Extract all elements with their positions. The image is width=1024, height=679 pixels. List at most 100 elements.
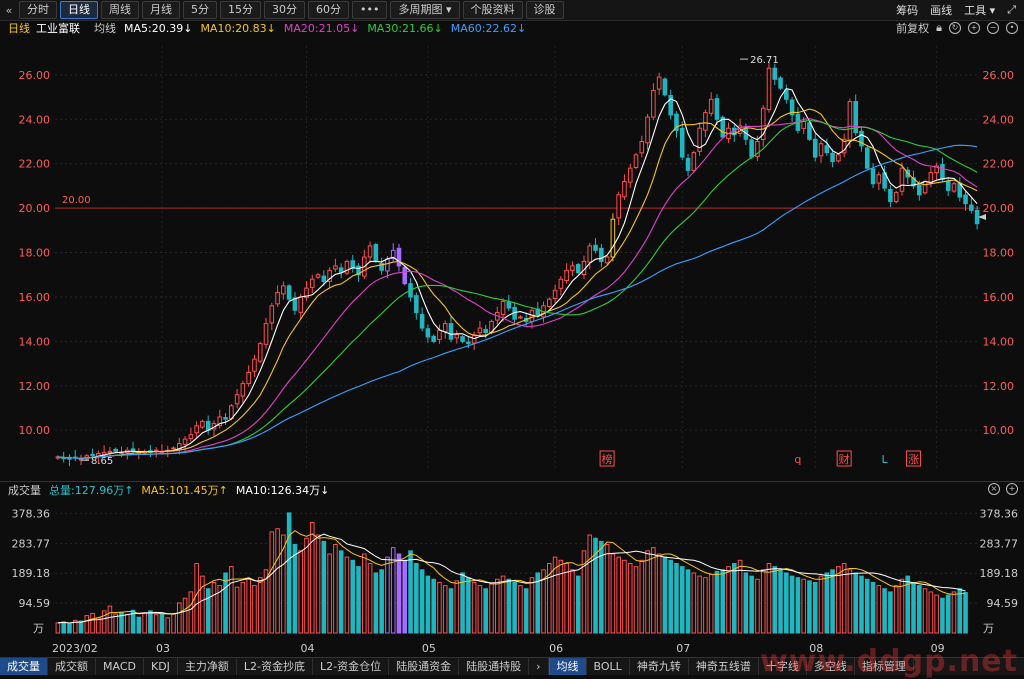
indicator-tab[interactable]: L2-资金仓位 bbox=[313, 658, 390, 675]
period-button-monthly[interactable]: 月线 bbox=[142, 1, 180, 19]
period-button-intraday[interactable]: 分时 bbox=[19, 1, 57, 19]
indicator-tab[interactable]: 主力净额 bbox=[178, 658, 237, 675]
volume-bar bbox=[836, 566, 841, 634]
volume-bar bbox=[720, 569, 726, 634]
volume-bar bbox=[685, 569, 691, 634]
candle-body bbox=[414, 295, 419, 314]
indicator-tab[interactable]: 陆股通资金 bbox=[389, 658, 460, 675]
indicator-tab[interactable]: KDJ bbox=[144, 658, 178, 675]
candle bbox=[200, 419, 205, 429]
period-button-weekly[interactable]: 周线 bbox=[101, 1, 139, 19]
expand-icon[interactable]: ⤢ bbox=[1007, 3, 1016, 17]
indicator-tab[interactable]: 指标管理 bbox=[855, 658, 914, 675]
period-button-30min[interactable]: 30分 bbox=[264, 1, 305, 19]
indicator-tab[interactable]: BOLL bbox=[587, 658, 630, 675]
settings-icon[interactable]: • bbox=[1006, 22, 1018, 34]
indicator-tab[interactable]: 多空线 bbox=[807, 658, 855, 675]
event-marker[interactable]: L bbox=[882, 453, 889, 466]
tools-menu[interactable]: 工具 ▾ bbox=[964, 2, 995, 18]
indicator-tab[interactable]: 十字线 bbox=[759, 658, 807, 675]
indicator-tab[interactable]: 神奇五线谱 bbox=[689, 658, 759, 675]
candle-body bbox=[691, 152, 697, 171]
candle-body bbox=[113, 448, 118, 452]
dropdown-arrow-icon: ▾ bbox=[445, 3, 452, 16]
volume-bar bbox=[755, 578, 760, 634]
price-annotation: 26.71 bbox=[750, 55, 779, 66]
x-tick-label: 04 bbox=[300, 642, 314, 655]
volume-bar bbox=[859, 575, 864, 634]
lock-icon[interactable]: 🔒︎ bbox=[936, 21, 942, 35]
volume-bar bbox=[494, 578, 500, 634]
candle-body bbox=[454, 334, 460, 339]
event-marker[interactable]: q bbox=[794, 453, 801, 466]
volume-bar bbox=[801, 578, 806, 634]
ma-label[interactable]: 均线 bbox=[94, 20, 116, 36]
event-marker[interactable]: 榜 bbox=[602, 452, 613, 466]
indicator-tab[interactable]: MACD bbox=[96, 658, 144, 675]
draw-line-button[interactable]: 画线 bbox=[930, 2, 952, 18]
volume-bar bbox=[234, 586, 240, 634]
indicator-tab[interactable]: 成交额 bbox=[48, 658, 96, 675]
ma-legend-item: MA10:20.83↓ bbox=[200, 21, 276, 35]
period-button-60min[interactable]: 60分 bbox=[308, 1, 349, 19]
period-button-15min[interactable]: 15分 bbox=[220, 1, 261, 19]
period-button-5min[interactable]: 5分 bbox=[183, 1, 217, 19]
y-tick-label-right: 10.00 bbox=[983, 424, 1015, 437]
event-marker[interactable]: 财 bbox=[839, 452, 850, 466]
volume-bar bbox=[205, 588, 211, 634]
candle-body bbox=[552, 289, 558, 300]
nav-prev-icon[interactable]: « bbox=[2, 4, 16, 17]
volume-chart[interactable]: 378.36 378.36 283.77 283.77 189.18 189.18 94.5… bbox=[0, 497, 1024, 657]
volume-bar bbox=[911, 581, 916, 634]
volume-bar bbox=[240, 581, 246, 634]
indicator-tabs: 成交量 成交额 MACD KDJ 主力净额 L2-资金抄底 L2-资金仓位 陆股通资金 陆股通持… bbox=[0, 644, 1024, 679]
indicator-tab[interactable]: L2-资金抄底 bbox=[237, 658, 314, 675]
refresh-icon[interactable]: ↻ bbox=[949, 22, 961, 34]
multi-period-dropdown[interactable]: 多周期图 ▾ bbox=[390, 1, 460, 19]
candle bbox=[286, 284, 292, 301]
volume-bar bbox=[616, 556, 621, 634]
tabs-scroll-arrow[interactable]: › bbox=[529, 658, 549, 675]
multi-period-label: 多周期图 bbox=[398, 3, 443, 16]
volume-bar bbox=[847, 569, 853, 634]
volume-bar bbox=[321, 540, 327, 634]
candle-body bbox=[223, 417, 228, 420]
more-periods-button[interactable]: ••• bbox=[352, 1, 388, 19]
zoom-out-icon[interactable]: − bbox=[987, 22, 999, 34]
add-indicator-icon[interactable]: + bbox=[1006, 483, 1018, 495]
zoom-in-icon[interactable]: + bbox=[968, 22, 980, 34]
kline-chart[interactable]: 26.00 26.00 24.00 24.00 22.00 22.00 20.00 20.00… bbox=[0, 36, 1024, 480]
candle-body bbox=[275, 292, 280, 305]
close-icon[interactable]: × bbox=[988, 483, 1000, 495]
volume-bar bbox=[772, 566, 778, 634]
volume-bar bbox=[344, 556, 350, 634]
volume-y-tick-label-right: 378.36 bbox=[980, 507, 1019, 520]
volume-bar bbox=[385, 556, 390, 634]
candle-body bbox=[784, 89, 789, 100]
volume-bar bbox=[171, 613, 176, 634]
volume-bar bbox=[246, 578, 251, 634]
period-button-daily[interactable]: 日线 bbox=[60, 1, 98, 19]
volume-y-tick-label-right: 283.77 bbox=[980, 537, 1019, 550]
indicator-tab[interactable]: 成交量 bbox=[0, 658, 48, 675]
volume-bar bbox=[229, 566, 234, 634]
volume-bar bbox=[315, 534, 321, 634]
candle-body bbox=[876, 174, 882, 184]
volume-bar bbox=[864, 578, 870, 634]
stock-info-button[interactable]: 个股资料 bbox=[462, 1, 523, 19]
chart-background bbox=[0, 36, 1024, 480]
adjust-mode-label[interactable]: 前复权 bbox=[896, 20, 929, 36]
candle-body bbox=[477, 327, 483, 334]
volume-bar bbox=[766, 562, 772, 634]
y-tick-label: 10.00 bbox=[19, 424, 51, 437]
diagnose-button[interactable]: 诊股 bbox=[525, 1, 564, 19]
volume-bar bbox=[431, 578, 436, 634]
volume-bar bbox=[812, 581, 818, 634]
event-marker[interactable]: 涨 bbox=[908, 453, 919, 466]
chip-distribution-button[interactable]: 筹码 bbox=[896, 2, 918, 18]
indicator-tab[interactable]: 均线 bbox=[548, 658, 587, 675]
indicator-tab[interactable]: 神奇九转 bbox=[630, 658, 689, 675]
y-tick-label: 16.00 bbox=[19, 291, 51, 304]
indicator-tab[interactable]: 陆股通持股 bbox=[459, 658, 530, 675]
volume-bar bbox=[639, 559, 645, 634]
